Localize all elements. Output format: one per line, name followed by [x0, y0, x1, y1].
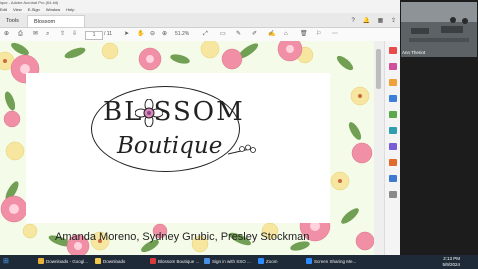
bookmark-icon[interactable]: ⚐	[316, 28, 321, 41]
comment-tool-icon[interactable]	[389, 79, 397, 86]
taskbar-label: Downloads - Googl...	[46, 259, 89, 264]
acrobat-icon	[150, 258, 156, 264]
taskbar-item-acrobat[interactable]: Blossom Boutique ...	[150, 257, 202, 267]
menu-edit[interactable]: Edit	[0, 7, 7, 12]
logo-branch-icon	[228, 144, 256, 155]
export-pdf-icon[interactable]	[389, 47, 397, 54]
protect-icon[interactable]	[389, 143, 397, 150]
select-cursor-icon[interactable]: ➤	[124, 28, 129, 41]
more-tools-icon[interactable]: ⋯	[332, 28, 338, 41]
logo-subtitle: Boutique	[117, 133, 223, 159]
acrobat-toolbar: ⊕ ⎙ ✉ ⌕ ⇧ ⇩ 1 / 11 ➤ ✋ ⊖ ⊕ 51.2% ⤢ ▭ ✎ ✐…	[0, 28, 400, 42]
search-icon[interactable]: ⌕	[46, 28, 49, 41]
taskbar-label: Sign in with SSO ...	[212, 259, 251, 264]
taskbar-item-explorer[interactable]: Downloads	[95, 257, 145, 267]
menu-view[interactable]: View	[13, 7, 22, 12]
vertical-scrollbar[interactable]	[374, 41, 384, 255]
taskbar-label: Blossom Boutique ...	[158, 259, 200, 264]
zoom-out-icon[interactable]: ⊖	[150, 28, 155, 41]
sign-icon[interactable]: ✍	[268, 28, 275, 41]
tab-tools[interactable]: Tools	[0, 15, 26, 27]
prev-page-icon[interactable]: ⇧	[60, 28, 65, 41]
taskbar-item-sso[interactable]: Sign in with SSO ...	[204, 257, 254, 267]
menu-help[interactable]: Help	[66, 7, 74, 12]
mail-icon[interactable]: ✉	[33, 28, 38, 41]
system-clock[interactable]: 2:13 PM 5/9/2024	[442, 256, 460, 268]
authors-text: Amanda Moreno, Sydney Grubic, Presley St…	[55, 231, 310, 243]
edit-pdf-icon[interactable]	[389, 63, 397, 70]
menu-window[interactable]: Window	[46, 7, 60, 12]
tab-bar: Tools Blossom Boutique✕ ? 🔔 ▦ ⇪	[0, 13, 400, 37]
fill-sign-icon[interactable]	[389, 159, 397, 166]
pen-icon[interactable]: ✎	[236, 28, 241, 41]
windows-taskbar: ⊞ Downloads - Googl... Downloads Blossom…	[0, 255, 478, 269]
taskbar-label: Downloads	[103, 259, 126, 264]
window-controls: ? 🔔 ▦ ⇪	[345, 15, 396, 27]
pdf-slide: BL SSOM Boutique Amanda Moreno, Sydney G…	[0, 41, 374, 255]
browser-icon	[204, 258, 210, 264]
help-icon[interactable]: ?	[351, 18, 354, 24]
chrome-icon	[38, 258, 44, 264]
zoom-icon	[306, 258, 312, 264]
start-icon[interactable]: ⊞	[3, 257, 9, 267]
fit-page-icon[interactable]: ⤢	[203, 28, 208, 41]
zoom-in-icon[interactable]: ⊕	[162, 28, 167, 41]
menu-bar: Edit View E-Sign Window Help	[0, 6, 400, 13]
right-tools-panel	[384, 41, 401, 255]
logo-flower-icon	[135, 99, 163, 127]
highlight-icon[interactable]: ✐	[252, 28, 257, 41]
more-tools-panel-icon[interactable]	[389, 191, 397, 198]
next-page-icon[interactable]: ⇩	[72, 28, 77, 41]
taskbar-label: Zoom	[266, 259, 278, 264]
hand-tool-icon[interactable]: ✋	[137, 28, 144, 41]
page-number-field[interactable]: 1	[85, 31, 103, 40]
zoom-icon	[258, 258, 264, 264]
tab-document[interactable]: Blossom Boutique✕	[27, 15, 85, 37]
zoom-level[interactable]: 51.2%	[175, 28, 189, 41]
share-icon[interactable]: ⇪	[391, 18, 396, 24]
scroll-thumb[interactable]	[376, 49, 381, 89]
classroom-video-thumbnail	[401, 2, 477, 57]
taskbar-label: Screen Sharing Me...	[314, 259, 357, 264]
trash-icon[interactable]: 🗑	[300, 28, 308, 41]
taskbar-item-zoom[interactable]: Zoom	[258, 257, 303, 267]
taskbar-item-chrome[interactable]: Downloads - Googl...	[38, 257, 93, 267]
scan-ocr-icon[interactable]	[389, 127, 397, 134]
logo-title: BL SSOM	[103, 97, 245, 127]
organize-pages-icon[interactable]	[389, 111, 397, 118]
page-total: / 11	[104, 31, 112, 37]
request-esign-icon[interactable]	[389, 175, 397, 182]
participant-video[interactable]	[401, 2, 477, 57]
bell-icon[interactable]: 🔔	[362, 18, 369, 24]
taskbar-item-screen-share[interactable]: Screen Sharing Me...	[306, 257, 360, 267]
menu-esign[interactable]: E-Sign	[28, 7, 40, 12]
stamp-icon[interactable]: ⌂	[284, 28, 288, 41]
save-icon[interactable]: ⊕	[4, 28, 9, 41]
comment-icon[interactable]: ▭	[220, 28, 226, 41]
clock-date: 5/9/2024	[442, 262, 460, 267]
print-icon[interactable]: ⎙	[18, 28, 23, 41]
folder-icon	[95, 258, 101, 264]
grid-icon[interactable]: ▦	[378, 18, 384, 24]
participant-name: Ann Theriot	[402, 50, 426, 55]
combine-files-icon[interactable]	[389, 95, 397, 102]
